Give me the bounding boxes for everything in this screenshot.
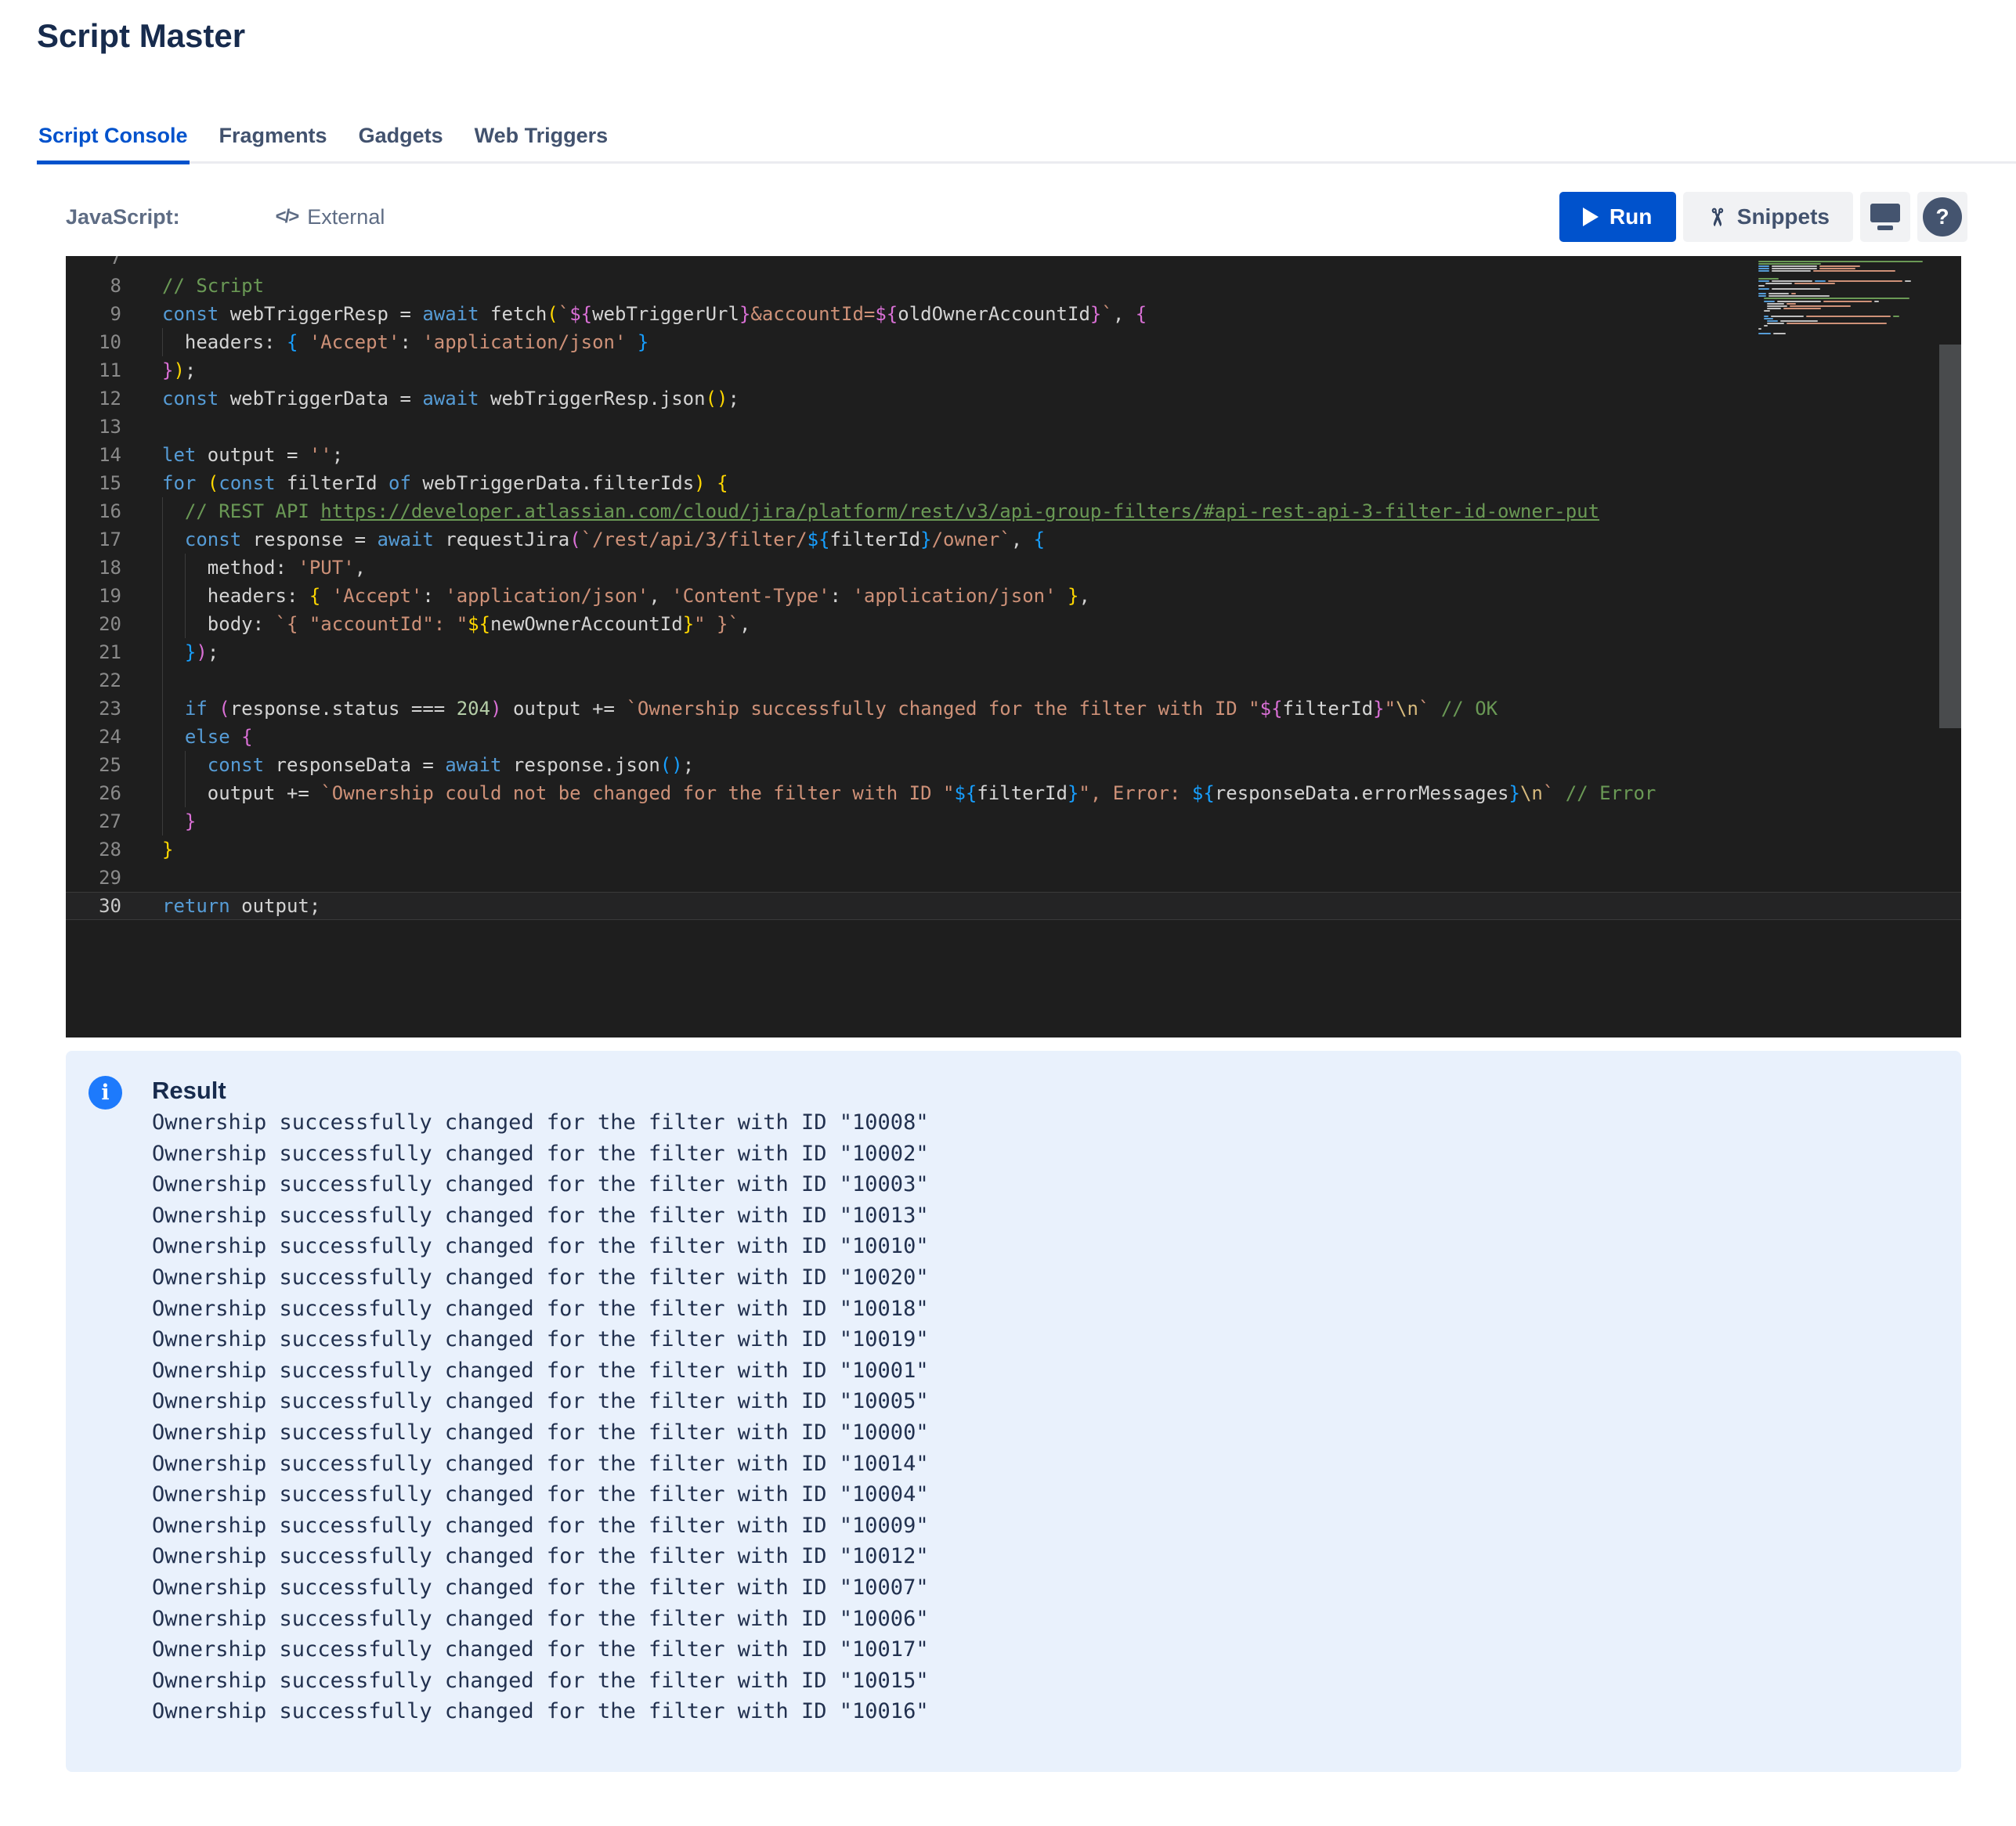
- line-number: 27: [66, 807, 121, 835]
- code-line-20: 20 body: `{ "accountId": "${newOwnerAcco…: [66, 610, 1961, 638]
- result-line: Ownership successfully changed for the f…: [152, 1294, 929, 1325]
- code-line-8: 8// Script: [66, 272, 1961, 300]
- line-number: 26: [66, 779, 121, 807]
- toolbar: JavaScript: </> External Run ✂ Snippets …: [66, 191, 1967, 243]
- info-icon: i: [89, 1076, 122, 1110]
- result-line: Ownership successfully changed for the f…: [152, 1572, 929, 1604]
- code-line-25: 25 const responseData = await response.j…: [66, 751, 1961, 779]
- result-panel: i Result Ownership successfully changed …: [66, 1051, 1961, 1772]
- snippets-button-label: Snippets: [1737, 204, 1830, 229]
- code-line-21: 21 });: [66, 638, 1961, 666]
- code-line-16: 16 // REST API https://developer.atlassi…: [66, 497, 1961, 525]
- line-number: 24: [66, 723, 121, 751]
- line-number: 12: [66, 384, 121, 413]
- tab-web-triggers[interactable]: Web Triggers: [473, 124, 610, 164]
- line-number: 16: [66, 497, 121, 525]
- result-line: Ownership successfully changed for the f…: [152, 1510, 929, 1542]
- result-heading: Result: [152, 1077, 226, 1105]
- line-number: 21: [66, 638, 121, 666]
- minimap[interactable]: [1758, 260, 1938, 335]
- line-number: 28: [66, 835, 121, 864]
- toolbar-actions: Run ✂ Snippets ?: [1559, 192, 1967, 242]
- result-line: Ownership successfully changed for the f…: [152, 1604, 929, 1635]
- monitor-icon: [1870, 204, 1900, 230]
- line-number: 17: [66, 525, 121, 554]
- code-line-27: 27 }: [66, 807, 1961, 835]
- code-line-11: 11});: [66, 356, 1961, 384]
- code-line-12: 12const webTriggerData = await webTrigge…: [66, 384, 1961, 413]
- line-number: 22: [66, 666, 121, 695]
- minimap-line: [1758, 332, 1938, 334]
- result-line: Ownership successfully changed for the f…: [152, 1262, 929, 1294]
- result-line: Ownership successfully changed for the f…: [152, 1386, 929, 1417]
- result-line: Ownership successfully changed for the f…: [152, 1324, 929, 1355]
- result-line: Ownership successfully changed for the f…: [152, 1139, 929, 1170]
- tab-gadgets[interactable]: Gadgets: [357, 124, 445, 164]
- play-icon: [1583, 208, 1599, 226]
- code-line-10: 10 headers: { 'Accept': 'application/jso…: [66, 328, 1961, 356]
- code-line-30: 30return output;: [66, 892, 1961, 920]
- line-number: 20: [66, 610, 121, 638]
- line-number: 18: [66, 554, 121, 582]
- code-line-19: 19 headers: { 'Accept': 'application/jso…: [66, 582, 1961, 610]
- code-line-18: 18 method: 'PUT',: [66, 554, 1961, 582]
- code-line-9: 9const webTriggerResp = await fetch(`${w…: [66, 300, 1961, 328]
- line-number: 8: [66, 272, 121, 300]
- result-line: Ownership successfully changed for the f…: [152, 1479, 929, 1510]
- result-line: Ownership successfully changed for the f…: [152, 1107, 929, 1139]
- result-line: Ownership successfully changed for the f…: [152, 1449, 929, 1480]
- result-line: Ownership successfully changed for the f…: [152, 1169, 929, 1200]
- code-line-29: 29: [66, 864, 1961, 892]
- run-button[interactable]: Run: [1559, 192, 1676, 242]
- line-number: 11: [66, 356, 121, 384]
- external-link-label: External: [307, 205, 385, 229]
- question-mark-icon: ?: [1923, 197, 1962, 236]
- line-number: 15: [66, 469, 121, 497]
- editor-scrollbar[interactable]: [1939, 345, 1961, 728]
- code-line-15: 15for (const filterId of webTriggerData.…: [66, 469, 1961, 497]
- run-button-label: Run: [1610, 204, 1652, 229]
- code-line-7: 7: [66, 256, 1961, 272]
- code-lines: 78// Script9const webTriggerResp = await…: [66, 256, 1961, 920]
- snippets-button[interactable]: ✂ Snippets: [1683, 192, 1853, 242]
- line-number: 14: [66, 441, 121, 469]
- result-line: Ownership successfully changed for the f…: [152, 1696, 929, 1727]
- code-line-14: 14let output = '';: [66, 441, 1961, 469]
- scissors-icon: ✂: [1703, 207, 1730, 226]
- tab-script-console[interactable]: Script Console: [37, 124, 190, 164]
- help-button[interactable]: ?: [1917, 192, 1967, 242]
- line-number: 25: [66, 751, 121, 779]
- code-line-13: 13: [66, 413, 1961, 441]
- line-number: 30: [66, 892, 121, 920]
- tab-bar: Script Console Fragments Gadgets Web Trigge…: [37, 124, 2016, 164]
- line-number: 7: [66, 256, 121, 272]
- code-line-28: 28}: [66, 835, 1961, 864]
- tab-fragments[interactable]: Fragments: [218, 124, 329, 164]
- line-number: 13: [66, 413, 121, 441]
- code-line-22: 22: [66, 666, 1961, 695]
- result-line: Ownership successfully changed for the f…: [152, 1355, 929, 1387]
- code-line-23: 23 if (response.status === 204) output +…: [66, 695, 1961, 723]
- result-line: Ownership successfully changed for the f…: [152, 1665, 929, 1697]
- code-icon: </>: [276, 206, 298, 228]
- code-line-24: 24 else {: [66, 723, 1961, 751]
- code-editor[interactable]: 78// Script9const webTriggerResp = await…: [66, 256, 1961, 1038]
- result-line: Ownership successfully changed for the f…: [152, 1541, 929, 1572]
- result-line: Ownership successfully changed for the f…: [152, 1417, 929, 1449]
- result-line: Ownership successfully changed for the f…: [152, 1634, 929, 1665]
- line-number: 9: [66, 300, 121, 328]
- code-line-26: 26 output += `Ownership could not be cha…: [66, 779, 1961, 807]
- result-output: Ownership successfully changed for the f…: [152, 1107, 929, 1727]
- language-label: JavaScript:: [66, 205, 180, 229]
- code-line-17: 17 const response = await requestJira(`/…: [66, 525, 1961, 554]
- page-title: Script Master: [37, 17, 245, 55]
- line-number: 23: [66, 695, 121, 723]
- fullscreen-button[interactable]: [1860, 192, 1910, 242]
- line-number: 29: [66, 864, 121, 892]
- result-line: Ownership successfully changed for the f…: [152, 1231, 929, 1262]
- result-line: Ownership successfully changed for the f…: [152, 1200, 929, 1232]
- line-number: 19: [66, 582, 121, 610]
- line-number: 10: [66, 328, 121, 356]
- external-link[interactable]: </> External: [276, 205, 385, 229]
